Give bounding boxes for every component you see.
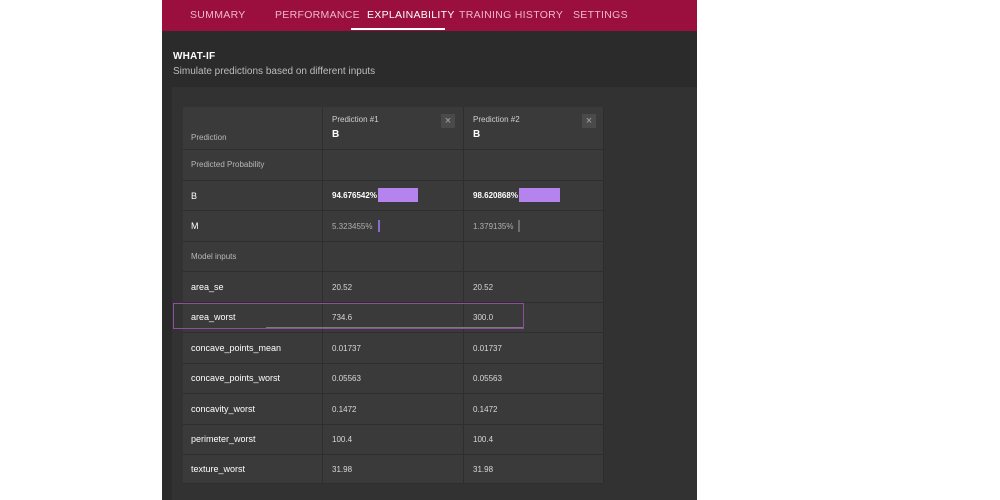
- prediction-1-prob-m-bar: [378, 220, 380, 232]
- prediction-1-title: Prediction #1: [332, 115, 379, 124]
- input-value[interactable]: 0.1472: [332, 405, 356, 414]
- prediction-2-value: B: [473, 129, 481, 140]
- grid-cell: [323, 150, 464, 181]
- tab-explainability[interactable]: EXPLAINABILITY: [367, 0, 455, 31]
- input-name-concave-points-mean: concave_points_mean: [191, 343, 282, 353]
- prediction-1-prob-m: 5.323455%: [332, 222, 373, 231]
- prediction-1-value: B: [332, 129, 340, 140]
- prediction-2-prob-m: 1.379135%: [473, 222, 514, 231]
- grid-cell: [183, 211, 323, 242]
- input-name-perimeter-worst: perimeter_worst: [191, 434, 256, 444]
- input-name-concavity-worst: concavity_worst: [191, 404, 256, 414]
- tab-summary[interactable]: SUMMARY: [190, 0, 246, 31]
- grid-cell: [183, 181, 323, 211]
- tab-training-history[interactable]: TRAINING HISTORY: [459, 0, 563, 31]
- prediction-2-title: Prediction #2: [473, 115, 520, 124]
- input-value[interactable]: 0.01737: [473, 344, 502, 353]
- input-name-area-se: area_se: [191, 282, 224, 292]
- close-icon: ×: [444, 115, 452, 127]
- class-b-label: B: [191, 191, 198, 201]
- prediction-2-prob-b: 98.620868%: [473, 191, 518, 200]
- input-value[interactable]: 0.05563: [332, 374, 361, 383]
- prediction-row-label: Prediction: [191, 133, 227, 142]
- section-title: WHAT-IF: [173, 51, 216, 62]
- close-icon: ×: [585, 115, 593, 127]
- whatif-table: Prediction Prediction #1 B × Prediction …: [183, 107, 604, 484]
- tab-settings[interactable]: SETTINGS: [573, 0, 628, 31]
- input-value[interactable]: 31.98: [332, 465, 352, 474]
- grid-cell: [464, 150, 604, 181]
- input-focus-underline: [266, 327, 524, 328]
- predicted-probability-label: Predicted Probability: [191, 160, 265, 169]
- input-name-texture-worst: texture_worst: [191, 464, 246, 474]
- close-prediction-2-button[interactable]: ×: [582, 114, 596, 128]
- input-value[interactable]: 300.0: [473, 313, 493, 322]
- prediction-2-prob-b-bar: [519, 188, 560, 202]
- input-value[interactable]: 100.4: [332, 435, 352, 444]
- prediction-2-prob-m-bar: [518, 220, 520, 232]
- input-name-concave-points-worst: concave_points_worst: [191, 373, 281, 383]
- top-navigation: SUMMARY PERFORMANCE EXPLAINABILITY TRAIN…: [162, 0, 697, 31]
- input-value[interactable]: 0.05563: [473, 374, 502, 383]
- input-value[interactable]: 0.1472: [473, 405, 497, 414]
- class-m-label: M: [191, 221, 199, 231]
- input-value[interactable]: 0.01737: [332, 344, 361, 353]
- header-label-cell: [183, 107, 323, 150]
- input-name-area-worst: area_worst: [191, 312, 236, 322]
- prediction-1-prob-b: 94.676542%: [332, 191, 377, 200]
- section-subtitle: Simulate predictions based on different …: [173, 66, 376, 77]
- input-value[interactable]: 31.98: [473, 465, 493, 474]
- model-inputs-label: Model inputs: [191, 252, 237, 261]
- close-prediction-1-button[interactable]: ×: [441, 114, 455, 128]
- input-value[interactable]: 100.4: [473, 435, 493, 444]
- input-value[interactable]: 20.52: [473, 283, 493, 292]
- input-value[interactable]: 734.6: [332, 313, 352, 322]
- prediction-1-prob-b-bar: [378, 188, 418, 202]
- grid-cell: [323, 242, 464, 272]
- input-value[interactable]: 20.52: [332, 283, 352, 292]
- grid-cell: [464, 242, 604, 272]
- active-tab-indicator: [351, 28, 445, 30]
- tab-performance[interactable]: PERFORMANCE: [275, 0, 360, 31]
